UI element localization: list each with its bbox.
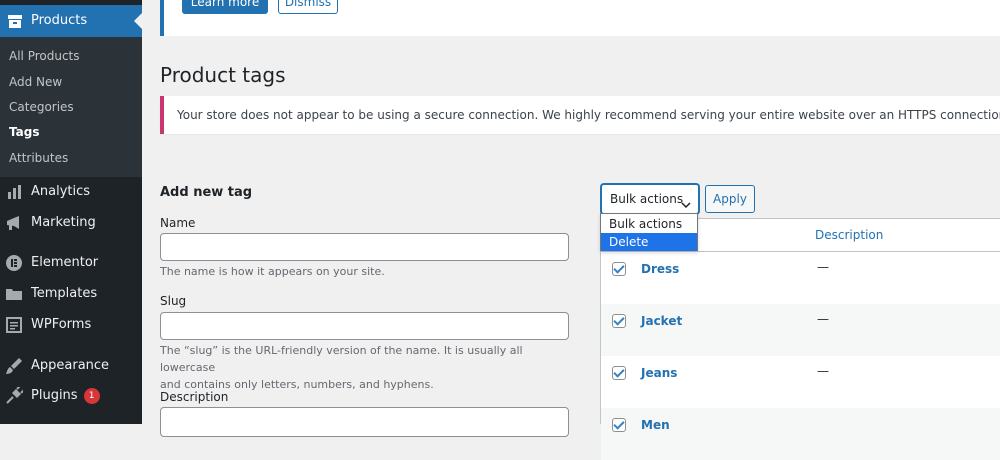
bulk-actions-select[interactable]: Bulk actions	[601, 184, 699, 214]
slug-help-line-1: The “slug” is the URL-friendly version o…	[160, 344, 523, 374]
table-row: Men	[601, 408, 1000, 460]
form-icon	[5, 316, 23, 334]
row-checkbox[interactable]	[612, 262, 626, 276]
table-row: Jeans —	[601, 356, 1000, 408]
menu-item-label: Analytics	[31, 184, 91, 199]
plug-icon	[5, 385, 25, 405]
slug-label: Slug	[160, 294, 187, 308]
ssl-warning-notice: Your store does not appear to be using a…	[160, 96, 1000, 134]
menu-item-templates[interactable]: Templates	[0, 280, 142, 308]
tag-name-link[interactable]: Men	[641, 418, 670, 432]
menu-item-label: Appearance	[31, 358, 110, 373]
row-checkbox[interactable]	[612, 418, 626, 432]
tag-description-textarea[interactable]	[160, 407, 569, 437]
menu-item-label: Products	[31, 13, 88, 28]
menu-item-label: Marketing	[31, 215, 96, 230]
page-title: Product tags	[160, 63, 286, 87]
tag-description: —	[817, 260, 829, 274]
submenu-all-products[interactable]: All Products	[9, 49, 80, 63]
tag-name-link[interactable]: Dress	[641, 262, 679, 276]
add-new-tag-heading: Add new tag	[160, 185, 253, 200]
tag-name-link[interactable]: Jeans	[641, 366, 677, 380]
row-checkbox[interactable]	[612, 314, 626, 328]
tag-name-input[interactable]	[160, 233, 569, 261]
menu-item-label: Plugins 1	[31, 388, 100, 404]
menu-item-label: Templates	[31, 286, 98, 301]
dropdown-option-bulk-actions[interactable]: Bulk actions	[601, 215, 697, 233]
products-box-icon	[7, 14, 23, 33]
slug-help-text: The “slug” is the URL-friendly version o…	[160, 342, 580, 393]
elementor-icon	[5, 254, 23, 272]
tag-description: —	[817, 364, 829, 378]
menu-item-text: Plugins	[31, 388, 78, 403]
menu-item-plugins[interactable]: Plugins 1	[0, 382, 142, 410]
dismiss-button[interactable]: Dismiss	[278, 0, 338, 14]
tag-description: —	[817, 312, 829, 326]
dropdown-option-delete[interactable]: Delete	[601, 233, 697, 251]
table-row: Dress —	[601, 252, 1000, 304]
menu-item-elementor[interactable]: Elementor	[0, 249, 142, 277]
apply-button[interactable]: Apply	[705, 185, 755, 213]
column-header-description[interactable]: Description	[815, 228, 883, 242]
submenu-attributes[interactable]: Attributes	[9, 151, 68, 165]
menu-item-analytics[interactable]: Analytics	[0, 178, 142, 206]
current-indicator-arrow	[134, 13, 142, 29]
menu-item-appearance[interactable]: Appearance	[0, 352, 142, 380]
row-checkbox[interactable]	[612, 366, 626, 380]
bulk-actions-selected: Bulk actions	[610, 192, 684, 206]
plugins-update-badge: 1	[83, 388, 100, 404]
bulk-actions-dropdown: Bulk actions Delete	[600, 213, 698, 251]
menu-item-marketing[interactable]: Marketing	[0, 209, 142, 237]
tag-slug-input[interactable]	[160, 312, 569, 340]
submenu-tags[interactable]: Tags	[9, 125, 39, 139]
name-help-text: The name is how it appears on your site.	[160, 265, 385, 278]
submenu-categories[interactable]: Categories	[9, 100, 74, 114]
menu-item-products[interactable]: Products	[0, 5, 142, 37]
learn-more-button[interactable]: Learn more	[182, 0, 268, 14]
products-submenu: All Products Add New Categories Tags Att…	[0, 37, 142, 177]
name-label: Name	[160, 216, 196, 230]
menu-item-label: Elementor	[31, 255, 99, 270]
table-row: Jacket —	[601, 304, 1000, 356]
paintbrush-icon	[5, 357, 23, 375]
bar-chart-icon	[5, 183, 23, 201]
submenu-add-new[interactable]: Add New	[9, 75, 62, 89]
megaphone-icon	[5, 214, 23, 232]
folder-icon	[5, 285, 23, 303]
tag-name-link[interactable]: Jacket	[641, 314, 682, 328]
menu-item-label: WPForms	[31, 317, 92, 332]
ssl-warning-text: Your store does not appear to be using a…	[177, 108, 1000, 122]
description-label: Description	[160, 390, 229, 404]
admin-sidebar: Products All Products Add New Categories…	[0, 0, 142, 424]
chevron-down-icon	[681, 194, 691, 213]
menu-item-wpforms[interactable]: WPForms	[0, 311, 142, 339]
